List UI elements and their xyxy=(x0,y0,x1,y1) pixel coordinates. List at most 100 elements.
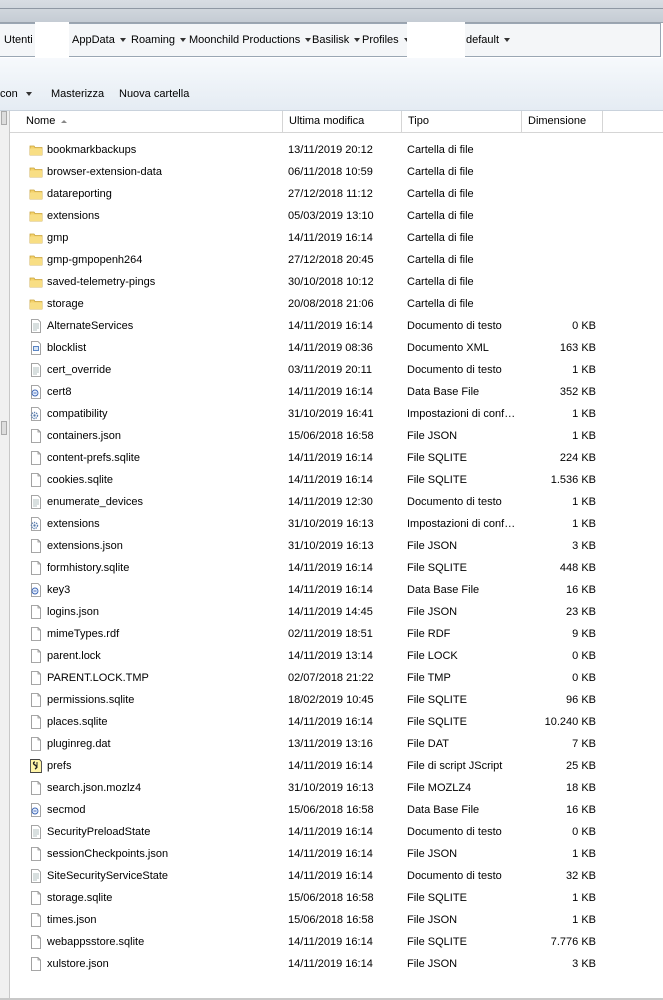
file-row[interactable]: datareporting 27/12/2018 11:12 Cartella di… xyxy=(10,183,663,205)
file-type: File SQLITE xyxy=(407,694,467,706)
new-folder-button[interactable]: Nuova cartella xyxy=(119,88,189,100)
file-type: File JSON xyxy=(407,540,458,552)
file-name: blocklist xyxy=(47,342,87,354)
file-name: extensions xyxy=(47,518,100,530)
file-row[interactable]: key3 14/11/2019 16:14 Data Base File 16 KB xyxy=(10,579,663,601)
blank-file-icon xyxy=(29,935,43,949)
scroll-thumb[interactable] xyxy=(1,421,7,435)
folder-icon xyxy=(29,231,43,245)
file-modified: 13/11/2019 13:16 xyxy=(288,738,373,750)
column-header-modified[interactable]: Ultima modifica xyxy=(283,111,402,132)
file-row[interactable]: xulstore.json 14/11/2019 16:14 File JSON 3 … xyxy=(10,953,663,975)
file-type: Cartella di file xyxy=(407,232,474,244)
file-row[interactable]: times.json 15/06/2018 16:58 File JSON 1 KB xyxy=(10,909,663,931)
file-row[interactable]: extensions 31/10/2019 16:13 Impostazioni d… xyxy=(10,513,663,535)
chevron-down-icon[interactable] xyxy=(504,38,511,43)
database-file-icon xyxy=(29,583,43,597)
view-options-button[interactable]: con xyxy=(0,88,32,100)
chevron-down-icon[interactable] xyxy=(119,38,126,43)
breadcrumb-profile[interactable]: default xyxy=(466,34,511,46)
file-name: cookies.sqlite xyxy=(47,474,114,486)
file-row[interactable]: webappsstore.sqlite 14/11/2019 16:14 File … xyxy=(10,931,663,953)
file-row[interactable]: compatibility 31/10/2019 16:41 Impostazion… xyxy=(10,403,663,425)
breadcrumb-moonchild[interactable]: Moonchild Productions xyxy=(189,34,312,46)
file-modified: 14/11/2019 16:14 xyxy=(288,452,373,464)
burn-button[interactable]: Masterizza xyxy=(51,88,104,100)
file-row[interactable]: secmod 15/06/2018 16:58 Data Base File 16 K… xyxy=(10,799,663,821)
file-row[interactable]: saved-telemetry-pings 30/10/2018 10:12 Car… xyxy=(10,271,663,293)
text-file-icon xyxy=(29,495,43,509)
file-row[interactable]: SiteSecurityServiceState 14/11/2019 16:14… xyxy=(10,865,663,887)
file-row[interactable]: sessionCheckpoints.json 14/11/2019 16:14 F… xyxy=(10,843,663,865)
file-row[interactable]: extensions 05/03/2019 13:10 Cartella di fi… xyxy=(10,205,663,227)
file-row[interactable]: mimeTypes.rdf 02/11/2019 18:51 File RDF 9 K… xyxy=(10,623,663,645)
file-size xyxy=(522,205,596,227)
navigation-pane-scrollbar[interactable] xyxy=(0,111,10,1000)
chevron-down-icon[interactable] xyxy=(354,38,361,43)
file-row[interactable]: formhistory.sqlite 14/11/2019 16:14 File S… xyxy=(10,557,663,579)
folder-icon xyxy=(29,143,43,157)
file-row[interactable]: blocklist 14/11/2019 08:36 Documento XML 16… xyxy=(10,337,663,359)
file-row[interactable]: pluginreg.dat 13/11/2019 13:16 File DAT 7 K… xyxy=(10,733,663,755)
chevron-down-icon[interactable] xyxy=(180,38,187,43)
file-row[interactable]: logins.json 14/11/2019 14:45 File JSON 23 K… xyxy=(10,601,663,623)
chevron-down-icon[interactable] xyxy=(25,92,32,97)
file-type: File SQLITE xyxy=(407,452,467,464)
breadcrumb-users[interactable]: Utenti xyxy=(4,34,33,46)
file-size: 0 KB xyxy=(572,650,596,662)
file-modified: 05/03/2019 13:10 xyxy=(288,210,374,222)
address-bar[interactable]: Utenti AppData Roaming Moonchild Product… xyxy=(0,23,661,57)
file-name: enumerate_devices xyxy=(47,496,144,508)
file-modified: 14/11/2019 16:14 xyxy=(288,760,373,772)
file-type: Data Base File xyxy=(407,386,480,398)
file-row[interactable]: prefs 14/11/2019 16:14 File di script JScr… xyxy=(10,755,663,777)
folder-icon xyxy=(29,275,43,289)
file-row[interactable]: storage 20/08/2018 21:06 Cartella di file xyxy=(10,293,663,315)
chevron-down-icon[interactable] xyxy=(305,38,312,43)
file-row[interactable]: parent.lock 14/11/2019 13:14 File LOCK 0 KB xyxy=(10,645,663,667)
file-row[interactable]: browser-extension-data 06/11/2018 10:59 Ca… xyxy=(10,161,663,183)
file-row[interactable]: containers.json 15/06/2018 16:58 File JSON… xyxy=(10,425,663,447)
file-size: 23 KB xyxy=(566,606,596,618)
text-file-icon xyxy=(29,319,43,333)
file-row[interactable]: bookmarkbackups 13/11/2019 20:12 Cartella … xyxy=(10,139,663,161)
file-row[interactable]: cookies.sqlite 14/11/2019 16:14 File SQLIT… xyxy=(10,469,663,491)
file-row[interactable]: PARENT.LOCK.TMP 02/07/2018 21:22 File TMP 0… xyxy=(10,667,663,689)
file-type: Data Base File xyxy=(407,584,480,596)
column-header-size[interactable]: Dimensione xyxy=(522,111,603,132)
file-type: Cartella di file xyxy=(407,144,474,156)
breadcrumb-appdata[interactable]: AppData xyxy=(72,34,126,46)
file-row[interactable]: content-prefs.sqlite 14/11/2019 16:14 File… xyxy=(10,447,663,469)
file-name: AlternateServices xyxy=(47,320,134,332)
file-row[interactable]: permissions.sqlite 18/02/2019 10:45 File S… xyxy=(10,689,663,711)
breadcrumb-label: AppData xyxy=(72,34,115,46)
scroll-arrow-up[interactable] xyxy=(1,111,7,125)
column-header-name[interactable]: Nome xyxy=(20,111,283,132)
file-name: compatibility xyxy=(47,408,108,420)
breadcrumb-basilisk[interactable]: Basilisk xyxy=(312,34,361,46)
file-row[interactable]: gmp-gmpopenh264 27/12/2018 20:45 Cartella … xyxy=(10,249,663,271)
file-row[interactable]: storage.sqlite 15/06/2018 16:58 File SQLIT… xyxy=(10,887,663,909)
breadcrumb-label: default xyxy=(466,34,500,46)
file-row[interactable]: gmp 14/11/2019 16:14 Cartella di file xyxy=(10,227,663,249)
breadcrumb-profiles[interactable]: Profiles xyxy=(362,34,410,46)
file-row[interactable]: cert8 14/11/2019 16:14 Data Base File 352 K… xyxy=(10,381,663,403)
file-list: bookmarkbackups 13/11/2019 20:12 Cartella … xyxy=(10,139,663,975)
file-row[interactable]: SecurityPreloadState 14/11/2019 16:14 Docu… xyxy=(10,821,663,843)
file-row[interactable]: enumerate_devices 14/11/2019 12:30 Documen… xyxy=(10,491,663,513)
column-header-type[interactable]: Tipo xyxy=(402,111,522,132)
redacted-username xyxy=(35,22,69,58)
file-name: gmp-gmpopenh264 xyxy=(47,254,143,266)
file-size xyxy=(522,139,596,161)
blank-file-icon xyxy=(29,539,43,553)
file-row[interactable]: cert_override 03/11/2019 20:11 Documento d… xyxy=(10,359,663,381)
file-size: 10.240 KB xyxy=(544,716,596,728)
file-modified: 15/06/2018 16:58 xyxy=(288,892,374,904)
file-row[interactable]: search.json.mozlz4 31/10/2019 16:13 File M… xyxy=(10,777,663,799)
file-type: Cartella di file xyxy=(407,254,474,266)
file-row[interactable]: AlternateServices 14/11/2019 16:14 Documen… xyxy=(10,315,663,337)
file-row[interactable]: extensions.json 31/10/2019 16:13 File JSON… xyxy=(10,535,663,557)
breadcrumb-roaming[interactable]: Roaming xyxy=(131,34,187,46)
file-row[interactable]: places.sqlite 14/11/2019 16:14 File SQLITE… xyxy=(10,711,663,733)
file-modified: 02/11/2019 18:51 xyxy=(288,628,373,640)
